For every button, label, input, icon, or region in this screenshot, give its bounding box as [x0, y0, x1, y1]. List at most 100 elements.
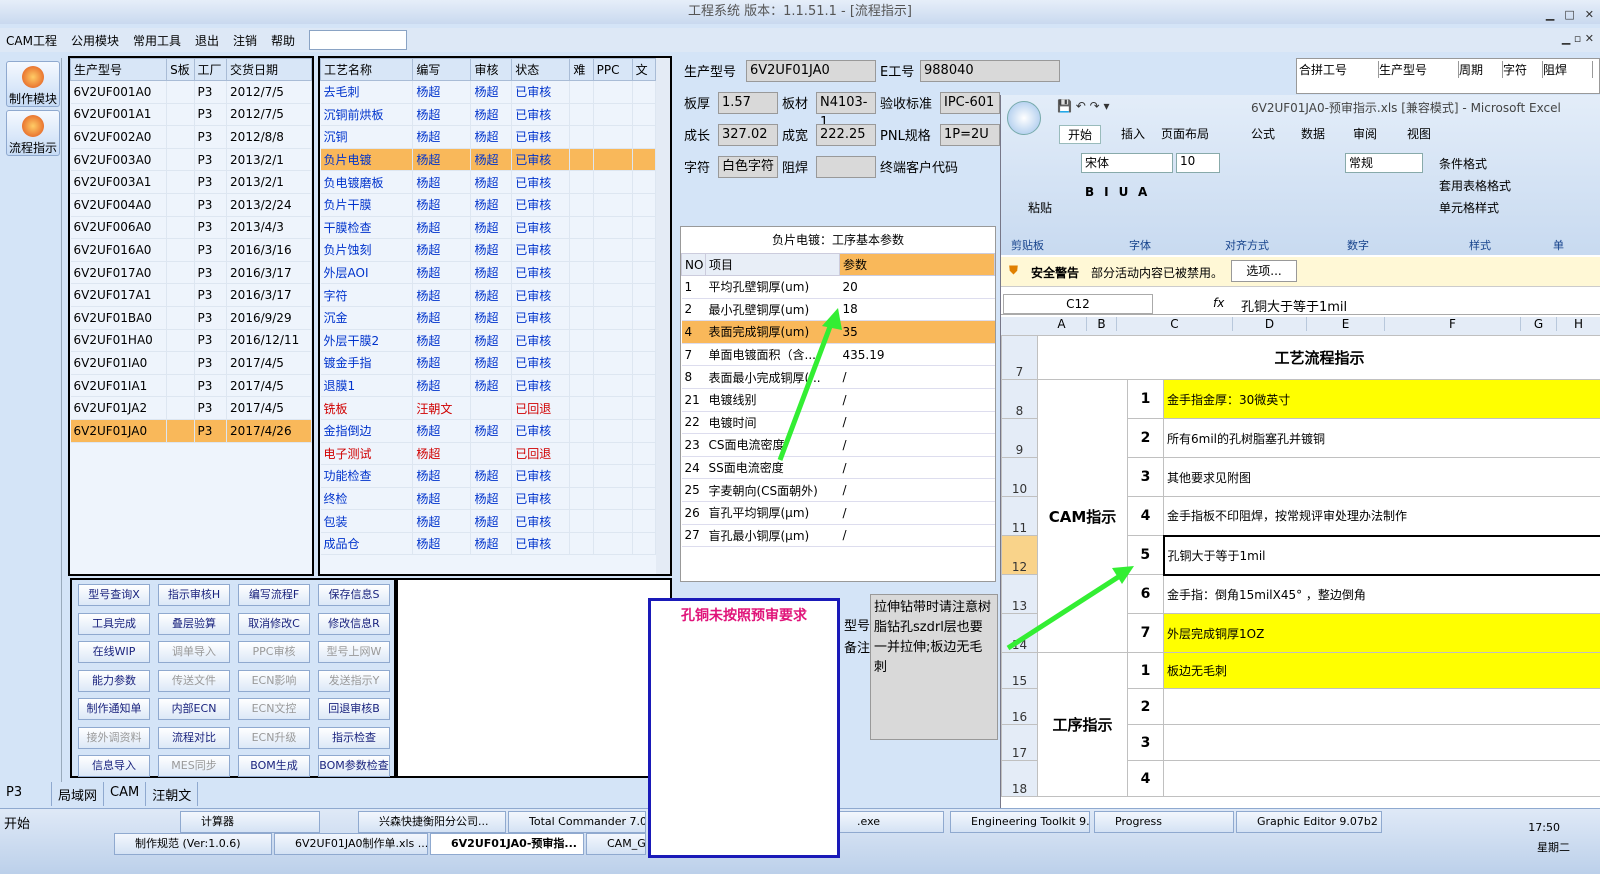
order-row[interactable]: 6V2UF006A0 P3 2013/4/3 [70, 216, 312, 240]
options-button[interactable]: 选项... [1231, 260, 1297, 282]
office-button-icon[interactable] [1007, 101, 1041, 135]
excel-tab[interactable]: 数据 [1301, 125, 1325, 142]
params-row[interactable]: 4 表面完成铜厚(um) 35 [681, 320, 995, 344]
params-row[interactable]: 8 表面最小完成铜厚(... / [681, 365, 995, 389]
row-number[interactable]: 8 [1001, 379, 1038, 419]
process-row[interactable]: 负电镀磨板 杨超 杨超 已审核 [320, 170, 657, 194]
order-col-header[interactable]: 生产型号 [69, 58, 168, 81]
row-number[interactable]: 18 [1001, 760, 1038, 797]
action-button[interactable]: 工具完成 [78, 612, 150, 635]
row-number[interactable]: 12 [1001, 535, 1038, 575]
row-number[interactable]: 17 [1001, 724, 1038, 761]
action-button[interactable]: 接外调资料 [78, 726, 150, 749]
process-row[interactable]: 终检 杨超 杨超 已审核 [320, 487, 657, 511]
menu-item[interactable]: 注销 [233, 32, 257, 49]
item-text[interactable]: 金手指金厚：30微英寸 [1162, 379, 1600, 419]
action-button[interactable]: 编写流程F [238, 584, 310, 606]
taskbar-item[interactable]: .exe [836, 811, 944, 833]
excel-tab[interactable]: 公式 [1251, 125, 1275, 142]
process-row[interactable]: 负片电镀 杨超 杨超 已审核 [320, 148, 657, 172]
taskbar-item[interactable]: 6V2UF01JA0制作单.xls ... [274, 833, 428, 855]
action-button[interactable]: BOM生成 [238, 755, 310, 777]
menu-item[interactable]: 常用工具 [133, 32, 181, 49]
process-row[interactable]: 沉铜前烘板 杨超 杨超 已审核 [320, 103, 657, 127]
action-button[interactable]: 指示检查 [318, 726, 390, 749]
order-row[interactable]: 6V2UF003A0 P3 2013/2/1 [70, 148, 312, 172]
pnl-field[interactable]: 1P=2U [940, 124, 1000, 146]
order-row[interactable]: 6V2UF001A0 P3 2012/7/5 [70, 80, 312, 104]
item-text[interactable] [1162, 760, 1600, 797]
order-row[interactable]: 6V2UF01HA0 P3 2016/12/11 [70, 329, 312, 353]
process-col-header[interactable]: 审核 [470, 58, 513, 81]
eid-field[interactable]: 988040 [920, 60, 1060, 82]
std-field[interactable]: IPC-601 [940, 92, 1000, 114]
order-row[interactable]: 6V2UF01IA0 P3 2017/4/5 [70, 351, 312, 375]
taskbar-item[interactable]: Total Commander 7.0 ... [508, 811, 646, 833]
action-button[interactable]: 发送指示Y [318, 669, 390, 692]
action-button[interactable]: 内部ECN [158, 698, 230, 720]
process-row[interactable]: 外层AOI 杨超 杨超 已审核 [320, 261, 657, 285]
process-row[interactable]: 包装 杨超 杨超 已审核 [320, 509, 657, 533]
process-row[interactable]: 去毛刺 杨超 杨超 已审核 [320, 80, 657, 104]
order-row[interactable]: 6V2UF01BA0 P3 2016/9/29 [70, 306, 312, 330]
column-header[interactable]: C [1117, 317, 1233, 331]
status-tab[interactable]: 汪朝文 [146, 782, 199, 806]
action-button[interactable]: 保存信息S [318, 584, 390, 606]
process-row[interactable]: 负片蚀刻 杨超 杨超 已审核 [320, 238, 657, 262]
action-button[interactable]: 取消修改C [238, 612, 310, 635]
order-col-header[interactable]: S板 [166, 58, 195, 81]
params-row[interactable]: 25 字麦朝向(CS面朝外) / [681, 478, 995, 502]
params-row[interactable]: 7 单面电镀面积（含... 435.19 [681, 343, 995, 367]
item-text[interactable]: 金手指：倒角15milX45° ，整边倒角 [1162, 574, 1600, 614]
order-row[interactable]: 6V2UF01JA0 P3 2017/4/26 [70, 419, 312, 443]
action-button[interactable]: ECN影响 [238, 669, 310, 692]
action-button[interactable]: 型号查询X [78, 584, 150, 606]
process-scrollbar[interactable] [656, 58, 670, 574]
item-text[interactable] [1162, 724, 1600, 761]
process-col-header[interactable]: 难 [569, 58, 594, 81]
params-col-header[interactable]: 参数 [839, 253, 995, 276]
params-row[interactable]: 2 最小孔壁铜厚(um) 18 [681, 298, 995, 322]
action-button[interactable]: MES同步 [158, 755, 230, 777]
action-button[interactable]: ECN文控 [238, 698, 310, 720]
table-format-button[interactable]: 套用表格格式 [1439, 175, 1511, 197]
params-row[interactable]: 24 SS面电流密度 / [681, 456, 995, 480]
item-text[interactable]: 所有6mil的孔树脂塞孔并镀铜 [1162, 418, 1600, 458]
start-button[interactable]: 开始 [4, 813, 30, 832]
action-button[interactable]: 流程对比 [158, 726, 230, 749]
params-row[interactable]: 27 盲孔最小铜厚(μm) / [681, 524, 995, 548]
merge-col-header[interactable]: 周期 [1459, 61, 1503, 78]
process-row[interactable]: 负片干膜 杨超 杨超 已审核 [320, 193, 657, 217]
item-text[interactable]: 金手指板不印阻焊，按常规评审处理办法制作 [1162, 496, 1600, 536]
item-text[interactable]: 外层完成铜厚1OZ [1162, 613, 1600, 653]
sheet-row[interactable]: 15 工序指示 1 板边无毛刺 [1001, 652, 1600, 797]
order-row[interactable]: 6V2UF004A0 P3 2013/2/24 [70, 193, 312, 217]
wide-field[interactable]: 222.25 [816, 124, 876, 146]
item-text[interactable] [1162, 688, 1600, 725]
row-number[interactable]: 9 [1001, 418, 1038, 458]
name-box[interactable]: C12 [1003, 294, 1153, 314]
action-button[interactable]: ECN升级 [238, 726, 310, 749]
close-icon[interactable]: ✕ [1585, 3, 1594, 27]
process-col-header[interactable]: 编写 [412, 58, 472, 81]
params-row[interactable]: 21 电镀线别 / [681, 388, 995, 412]
row-number[interactable]: 16 [1001, 688, 1038, 725]
process-row[interactable]: 铣板 汪朝文 已回退 [320, 396, 657, 420]
font-name-box[interactable]: 宋体 [1081, 153, 1173, 173]
params-row[interactable]: 26 盲孔平均铜厚(μm) / [681, 501, 995, 525]
item-text[interactable]: 其他要求见附图 [1162, 457, 1600, 497]
char-field[interactable]: 白色字符 [718, 156, 778, 178]
action-button[interactable]: 调单导入 [158, 641, 230, 663]
params-row[interactable]: 23 CS面电流密度 / [681, 433, 995, 457]
merge-col-header[interactable]: 字符 [1503, 61, 1543, 78]
action-button[interactable]: 在线WIP [78, 641, 150, 663]
row-number[interactable]: 15 [1001, 652, 1038, 689]
process-row[interactable]: 镀金手指 杨超 杨超 已审核 [320, 351, 657, 375]
order-row[interactable]: 6V2UF01JA2 P3 2017/4/5 [70, 396, 312, 420]
paste-button[interactable]: 粘贴 [1007, 153, 1073, 235]
item-text[interactable]: 孔铜大于等于1mil [1162, 534, 1600, 576]
cell-style-button[interactable]: 单元格样式 [1439, 197, 1511, 219]
column-header[interactable]: A [1037, 317, 1087, 331]
process-row[interactable]: 成品仓 杨超 杨超 已审核 [320, 532, 657, 556]
action-button[interactable]: 制作通知单 [78, 698, 150, 720]
